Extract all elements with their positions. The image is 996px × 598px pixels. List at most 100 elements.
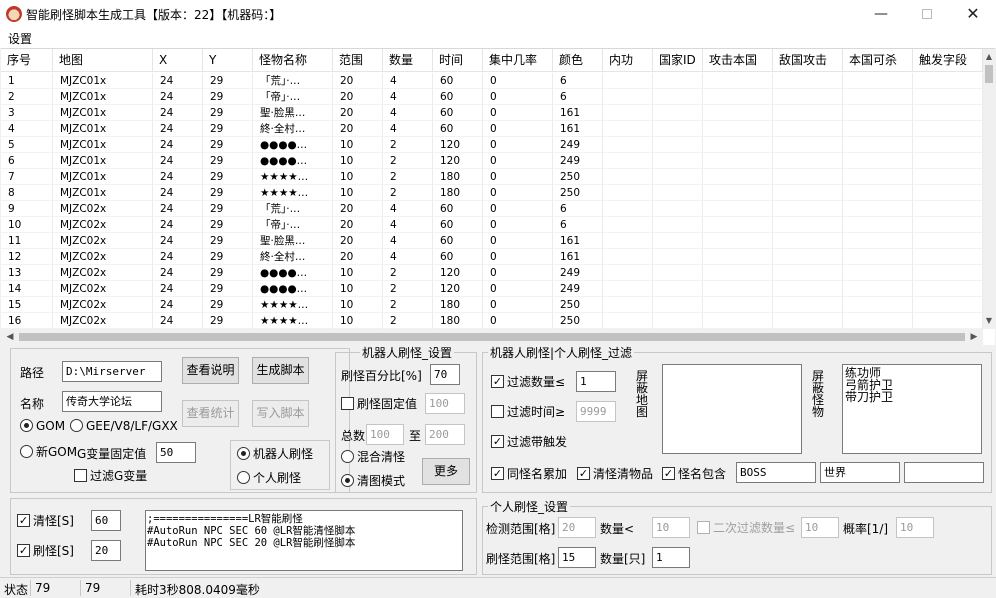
- table-row[interactable]: 1 MJZC01x 24 29 「荒」·… 20 4 60 0 6: [1, 73, 983, 89]
- table-cell[interactable]: 24: [153, 121, 203, 137]
- table-cell[interactable]: 60: [433, 233, 483, 249]
- table-cell[interactable]: 20: [333, 233, 383, 249]
- table-cell[interactable]: MJZC02x: [53, 217, 153, 233]
- contains-input-3[interactable]: [904, 462, 984, 483]
- fixed-value-input[interactable]: 100: [425, 393, 465, 414]
- table-cell[interactable]: 0: [483, 217, 553, 233]
- table-body[interactable]: 1 MJZC01x 24 29 「荒」·… 20 4 60 0 6 2 MJZC01x 24 29 「帝」·…: [1, 73, 983, 329]
- table-cell[interactable]: MJZC02x: [53, 313, 153, 329]
- table-cell[interactable]: 10: [333, 185, 383, 201]
- table-cell[interactable]: 3: [1, 105, 53, 121]
- table-cell[interactable]: [773, 249, 843, 265]
- table-cell[interactable]: 60: [433, 105, 483, 121]
- column-header[interactable]: 本国可杀: [843, 49, 913, 72]
- table-cell[interactable]: [703, 217, 773, 233]
- more-button[interactable]: 更多: [422, 458, 470, 485]
- table-cell[interactable]: [603, 281, 653, 297]
- menu-settings[interactable]: 设置: [8, 30, 32, 47]
- table-cell[interactable]: MJZC01x: [53, 105, 153, 121]
- table-cell[interactable]: [773, 169, 843, 185]
- table-cell[interactable]: 24: [153, 281, 203, 297]
- table-cell[interactable]: 4: [1, 121, 53, 137]
- table-cell[interactable]: [913, 121, 983, 137]
- g-var-input[interactable]: 50: [156, 442, 196, 463]
- table-row[interactable]: 16 MJZC02x 24 29 ★★★★… 10 2 180 0 250: [1, 313, 983, 329]
- table-cell[interactable]: [653, 185, 703, 201]
- table-cell[interactable]: 29: [203, 153, 253, 169]
- table-row[interactable]: 13 MJZC02x 24 29 ●●●●… 10 2 120 0 249: [1, 265, 983, 281]
- table-cell[interactable]: [843, 281, 913, 297]
- table-cell[interactable]: 29: [203, 313, 253, 329]
- table-cell[interactable]: [653, 121, 703, 137]
- table-cell[interactable]: 24: [153, 73, 203, 89]
- table-cell[interactable]: [773, 297, 843, 313]
- column-header[interactable]: 内功: [603, 49, 653, 72]
- column-header[interactable]: 时间: [433, 49, 483, 72]
- table-cell[interactable]: 0: [483, 169, 553, 185]
- table-cell[interactable]: 161: [553, 233, 603, 249]
- table-cell[interactable]: 29: [203, 249, 253, 265]
- table-cell[interactable]: 0: [483, 121, 553, 137]
- table-cell[interactable]: 0: [483, 73, 553, 89]
- table-cell[interactable]: 4: [383, 121, 433, 137]
- table-cell[interactable]: 10: [333, 169, 383, 185]
- table-cell[interactable]: [603, 169, 653, 185]
- table-cell[interactable]: [603, 249, 653, 265]
- filter-count-input[interactable]: 1: [576, 371, 616, 392]
- scroll-right-icon[interactable]: ▶: [967, 329, 981, 345]
- table-row[interactable]: 8 MJZC01x 24 29 ★★★★… 10 2 180 0 250: [1, 185, 983, 201]
- table-cell[interactable]: 249: [553, 281, 603, 297]
- table-row[interactable]: 11 MJZC02x 24 29 聖·脸黑… 20 4 60 0 161: [1, 233, 983, 249]
- contains-input-2[interactable]: 世界: [820, 462, 900, 483]
- table-cell[interactable]: 7: [1, 169, 53, 185]
- table-cell[interactable]: [913, 185, 983, 201]
- table-cell[interactable]: 249: [553, 153, 603, 169]
- list-item[interactable]: 带刀护卫: [845, 391, 979, 403]
- contains-input-1[interactable]: BOSS: [736, 462, 816, 483]
- table-cell[interactable]: 「荒」·…: [253, 73, 333, 89]
- table-cell[interactable]: 0: [483, 153, 553, 169]
- table-cell[interactable]: [773, 73, 843, 89]
- table-cell[interactable]: [773, 105, 843, 121]
- table-cell[interactable]: [843, 73, 913, 89]
- table-cell[interactable]: 29: [203, 185, 253, 201]
- table-cell[interactable]: 2: [383, 265, 433, 281]
- table-cell[interactable]: 20: [333, 217, 383, 233]
- column-header[interactable]: 序号: [1, 49, 53, 72]
- table-cell[interactable]: 0: [483, 281, 553, 297]
- table-cell[interactable]: [843, 137, 913, 153]
- table-cell[interactable]: [653, 169, 703, 185]
- table-cell[interactable]: [603, 233, 653, 249]
- column-header[interactable]: 颜色: [553, 49, 603, 72]
- table-cell[interactable]: 4: [383, 89, 433, 105]
- table-cell[interactable]: 4: [383, 217, 433, 233]
- path-input[interactable]: D:\Mirserver: [62, 361, 162, 382]
- table-cell[interactable]: 24: [153, 265, 203, 281]
- table-cell[interactable]: 60: [433, 89, 483, 105]
- table-cell[interactable]: 0: [483, 185, 553, 201]
- table-cell[interactable]: 0: [483, 265, 553, 281]
- table-cell[interactable]: 24: [153, 313, 203, 329]
- table-cell[interactable]: MJZC02x: [53, 201, 153, 217]
- table-cell[interactable]: 聖·脸黑…: [253, 105, 333, 121]
- table-cell[interactable]: [653, 249, 703, 265]
- table-cell[interactable]: [913, 233, 983, 249]
- column-header[interactable]: 攻击本国: [703, 49, 773, 72]
- table-cell[interactable]: [913, 281, 983, 297]
- generate-script-button[interactable]: 生成脚本: [252, 357, 309, 384]
- column-header[interactable]: 敌国攻击: [773, 49, 843, 72]
- table-cell[interactable]: [603, 265, 653, 281]
- table-cell[interactable]: 2: [383, 313, 433, 329]
- table-cell[interactable]: [773, 313, 843, 329]
- table-cell[interactable]: [843, 153, 913, 169]
- table-cell[interactable]: 4: [383, 233, 433, 249]
- table-cell[interactable]: 161: [553, 121, 603, 137]
- clear-items-checkbox[interactable]: ✓ 清怪清物品: [577, 466, 653, 482]
- table-cell[interactable]: [603, 201, 653, 217]
- table-cell[interactable]: [703, 89, 773, 105]
- count-only-input[interactable]: 1: [652, 547, 690, 568]
- table-cell[interactable]: ★★★★…: [253, 297, 333, 313]
- table-row[interactable]: 14 MJZC02x 24 29 ●●●●… 10 2 120 0 249: [1, 281, 983, 297]
- table-row[interactable]: 4 MJZC01x 24 29 終·全村… 20 4 60 0 161: [1, 121, 983, 137]
- table-cell[interactable]: 29: [203, 169, 253, 185]
